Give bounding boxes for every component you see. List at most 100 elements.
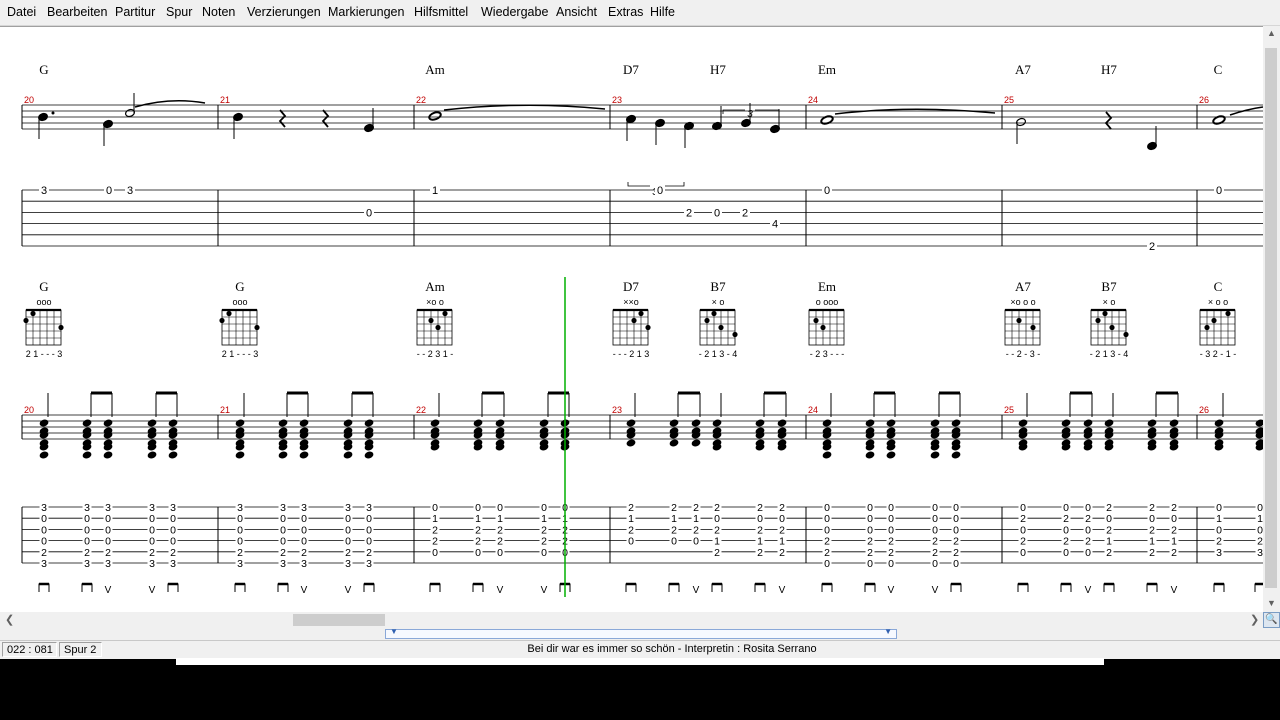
tab-fret: 0 — [105, 536, 111, 548]
chord-fingering: - - - 2 1 3 — [613, 349, 650, 359]
chord-notehead — [235, 451, 245, 459]
chord-name: H7 — [1101, 62, 1117, 77]
tab-fret: 2 — [1085, 513, 1091, 525]
tab-fret: 3 — [105, 502, 111, 514]
tab-fret: 0 — [149, 524, 155, 536]
menu-verzierungen[interactable]: Verzierungen — [247, 5, 321, 19]
chord-finger-dot — [1016, 317, 1022, 324]
horizontal-scroll-thumb[interactable] — [293, 614, 385, 626]
tab-fret: 0 — [345, 513, 351, 525]
chord-notehead — [1104, 419, 1114, 427]
chord-notehead — [168, 451, 178, 459]
tab-fret: 0 — [888, 558, 894, 570]
tab-fret: 2 — [742, 207, 748, 219]
tab-fret: 0 — [366, 536, 372, 548]
measure-number: 23 — [612, 405, 622, 415]
vertical-scrollbar[interactable]: ▲ ▼ — [1263, 26, 1280, 612]
chevron-down-icon[interactable]: ▼ — [390, 627, 398, 636]
measure-number: 23 — [612, 95, 622, 105]
tab-fret: 0 — [1020, 524, 1026, 536]
tab-fret: 0 — [1106, 513, 1112, 525]
tab-fret: 1 — [757, 536, 763, 548]
tab-fret: 0 — [714, 207, 720, 219]
tab-fret: 2 — [1171, 547, 1177, 559]
tab-fret: 0 — [497, 502, 503, 514]
tab-fret: 0 — [41, 524, 47, 536]
chord-finger-dot — [1095, 317, 1101, 324]
tab-fret: 0 — [953, 558, 959, 570]
zoom-icon[interactable]: 🔍 — [1263, 612, 1280, 628]
tab-fret: 2 — [671, 524, 677, 536]
menu-partitur[interactable]: Partitur — [115, 5, 155, 19]
tab-fret: 0 — [280, 524, 286, 536]
tab-fret: 1 — [1216, 513, 1222, 525]
chord-notehead — [951, 451, 961, 459]
tab-fret: 2 — [628, 502, 634, 514]
tab-fret: 0 — [432, 502, 438, 514]
tab-fret: 0 — [170, 524, 176, 536]
chord-open-marks: ××o — [623, 297, 639, 307]
chord-open-marks: ×o o o — [1010, 297, 1035, 307]
tab-fret: 2 — [1106, 524, 1112, 536]
menu-bearbeiten[interactable]: Bearbeiten — [47, 5, 107, 19]
tab-fret: 0 — [1216, 185, 1222, 197]
tab-fret: 0 — [541, 547, 547, 559]
score-view[interactable]: GAmD7H7EmA7H7C20212223242526333030102024… — [0, 26, 1263, 613]
menu-spur[interactable]: Spur — [166, 5, 192, 19]
song-title: Bei dir war es immer so schön - Interpre… — [527, 643, 817, 655]
menu-hilfsmittel[interactable]: Hilfsmittel — [414, 5, 468, 19]
chord-notehead — [473, 419, 483, 427]
menu-markierungen[interactable]: Markierungen — [328, 5, 404, 19]
upstroke-icon: V — [149, 585, 156, 596]
tab-fret: 2 — [693, 502, 699, 514]
notehead — [1212, 115, 1226, 125]
tie — [443, 104, 606, 111]
chord-notehead — [865, 451, 875, 459]
tab-fret: 2 — [1149, 241, 1155, 253]
scroll-left-icon[interactable]: ❮ — [5, 613, 14, 626]
tab-fret: 1 — [432, 513, 438, 525]
menu-extras[interactable]: Extras — [608, 5, 643, 19]
tab-fret: 2 — [1149, 547, 1155, 559]
horizontal-scrollbar[interactable]: ❮ ❯ — [0, 612, 1263, 628]
tab-fret: 0 — [1085, 547, 1091, 559]
chord-name: B7 — [1101, 279, 1117, 294]
tab-fret: 0 — [888, 502, 894, 514]
scroll-up-icon[interactable]: ▲ — [1263, 28, 1280, 38]
tab-fret: 0 — [657, 185, 663, 197]
chord-diagram — [808, 309, 845, 346]
tab-fret: 0 — [366, 524, 372, 536]
chord-notehead — [691, 419, 701, 427]
menu-noten[interactable]: Noten — [202, 5, 235, 19]
chord-name: Em — [818, 279, 836, 294]
scroll-down-icon[interactable]: ▼ — [1263, 598, 1280, 608]
tab-fret: 1 — [1149, 536, 1155, 548]
tab-fret: 0 — [888, 513, 894, 525]
menu-wiedergabe[interactable]: Wiedergabe — [481, 5, 548, 19]
tab-fret: 2 — [671, 502, 677, 514]
chord-notehead — [712, 419, 722, 427]
menu-datei[interactable]: Datei — [7, 5, 36, 19]
score-canvas[interactable]: GAmD7H7EmA7H7C20212223242526333030102024… — [0, 27, 1263, 613]
chevron-down-icon[interactable]: ▼ — [884, 627, 892, 636]
tab-fret: 2 — [1063, 536, 1069, 548]
menu-ansicht[interactable]: Ansicht — [556, 5, 597, 19]
chord-finger-dot — [219, 317, 225, 324]
chord-open-marks: o ooo — [816, 297, 839, 307]
track-indicator: Spur 2 — [59, 642, 102, 657]
tab-fret: 3 — [301, 558, 307, 570]
tab-fret: 1 — [628, 513, 634, 525]
chord-fingering: - - 2 - 3 - — [1006, 349, 1041, 359]
tab-fret: 0 — [432, 547, 438, 559]
scroll-right-icon[interactable]: ❯ — [1250, 613, 1259, 626]
chord-notehead — [755, 419, 765, 427]
vertical-scroll-thumb[interactable] — [1265, 48, 1277, 588]
measure-number: 25 — [1004, 95, 1014, 105]
measure-number: 20 — [24, 405, 34, 415]
tab-fret: 0 — [301, 536, 307, 548]
menu-hilfe[interactable]: Hilfe — [650, 5, 675, 19]
chord-name: C — [1214, 62, 1223, 77]
chord-finger-dot — [23, 317, 29, 324]
panel-toggle[interactable]: ▼ ▼ — [385, 627, 897, 639]
tab-fret: 2 — [1171, 524, 1177, 536]
